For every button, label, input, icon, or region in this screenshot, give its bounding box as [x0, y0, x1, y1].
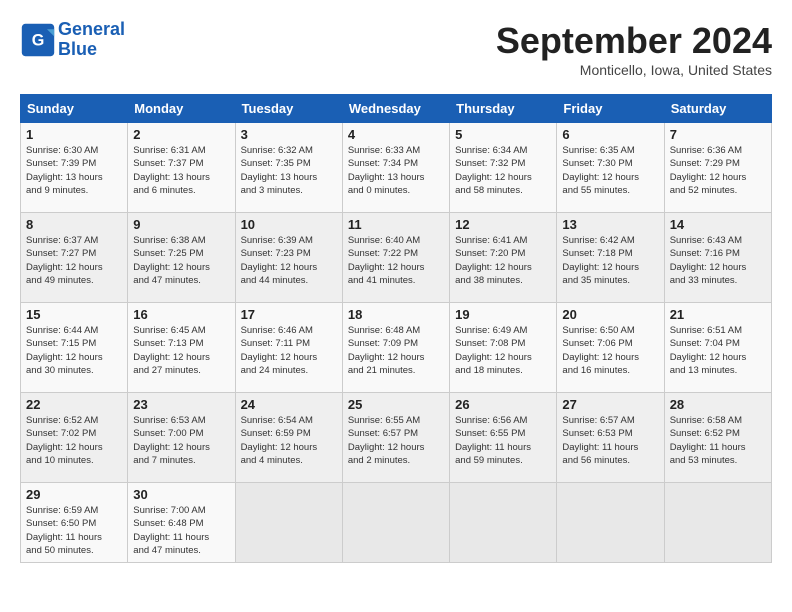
calendar-cell: 4Sunrise: 6:33 AM Sunset: 7:34 PM Daylig…	[342, 123, 449, 213]
calendar-cell: 25Sunrise: 6:55 AM Sunset: 6:57 PM Dayli…	[342, 393, 449, 483]
calendar-cell: 9Sunrise: 6:38 AM Sunset: 7:25 PM Daylig…	[128, 213, 235, 303]
calendar-cell: 10Sunrise: 6:39 AM Sunset: 7:23 PM Dayli…	[235, 213, 342, 303]
calendar-cell	[235, 483, 342, 563]
weekday-header: Wednesday	[342, 95, 449, 123]
page-header: G General Blue September 2024 Monticello…	[20, 20, 772, 78]
calendar-week-row: 1Sunrise: 6:30 AM Sunset: 7:39 PM Daylig…	[21, 123, 772, 213]
calendar-cell: 24Sunrise: 6:54 AM Sunset: 6:59 PM Dayli…	[235, 393, 342, 483]
calendar-cell: 29Sunrise: 6:59 AM Sunset: 6:50 PM Dayli…	[21, 483, 128, 563]
calendar-cell: 22Sunrise: 6:52 AM Sunset: 7:02 PM Dayli…	[21, 393, 128, 483]
title-block: September 2024 Monticello, Iowa, United …	[496, 20, 772, 78]
calendar-cell: 23Sunrise: 6:53 AM Sunset: 7:00 PM Dayli…	[128, 393, 235, 483]
calendar-week-row: 29Sunrise: 6:59 AM Sunset: 6:50 PM Dayli…	[21, 483, 772, 563]
calendar-cell: 6Sunrise: 6:35 AM Sunset: 7:30 PM Daylig…	[557, 123, 664, 213]
calendar-cell: 2Sunrise: 6:31 AM Sunset: 7:37 PM Daylig…	[128, 123, 235, 213]
calendar-cell: 16Sunrise: 6:45 AM Sunset: 7:13 PM Dayli…	[128, 303, 235, 393]
calendar-week-row: 15Sunrise: 6:44 AM Sunset: 7:15 PM Dayli…	[21, 303, 772, 393]
calendar-week-row: 8Sunrise: 6:37 AM Sunset: 7:27 PM Daylig…	[21, 213, 772, 303]
calendar-cell: 27Sunrise: 6:57 AM Sunset: 6:53 PM Dayli…	[557, 393, 664, 483]
calendar-cell: 1Sunrise: 6:30 AM Sunset: 7:39 PM Daylig…	[21, 123, 128, 213]
calendar-cell	[664, 483, 771, 563]
weekday-header: Tuesday	[235, 95, 342, 123]
calendar-cell	[342, 483, 449, 563]
calendar-cell: 30Sunrise: 7:00 AM Sunset: 6:48 PM Dayli…	[128, 483, 235, 563]
calendar-cell: 26Sunrise: 6:56 AM Sunset: 6:55 PM Dayli…	[450, 393, 557, 483]
calendar-cell: 5Sunrise: 6:34 AM Sunset: 7:32 PM Daylig…	[450, 123, 557, 213]
calendar-cell: 15Sunrise: 6:44 AM Sunset: 7:15 PM Dayli…	[21, 303, 128, 393]
calendar-cell: 3Sunrise: 6:32 AM Sunset: 7:35 PM Daylig…	[235, 123, 342, 213]
logo-icon: G	[20, 22, 56, 58]
weekday-header: Sunday	[21, 95, 128, 123]
month-title: September 2024	[496, 20, 772, 62]
calendar-cell: 20Sunrise: 6:50 AM Sunset: 7:06 PM Dayli…	[557, 303, 664, 393]
calendar-cell: 8Sunrise: 6:37 AM Sunset: 7:27 PM Daylig…	[21, 213, 128, 303]
calendar-cell: 13Sunrise: 6:42 AM Sunset: 7:18 PM Dayli…	[557, 213, 664, 303]
weekday-header: Thursday	[450, 95, 557, 123]
calendar-cell: 28Sunrise: 6:58 AM Sunset: 6:52 PM Dayli…	[664, 393, 771, 483]
weekday-header-row: SundayMondayTuesdayWednesdayThursdayFrid…	[21, 95, 772, 123]
calendar-cell	[557, 483, 664, 563]
calendar-table: SundayMondayTuesdayWednesdayThursdayFrid…	[20, 94, 772, 563]
logo-text: General Blue	[58, 20, 125, 60]
calendar-cell: 12Sunrise: 6:41 AM Sunset: 7:20 PM Dayli…	[450, 213, 557, 303]
weekday-header: Monday	[128, 95, 235, 123]
calendar-cell: 7Sunrise: 6:36 AM Sunset: 7:29 PM Daylig…	[664, 123, 771, 213]
calendar-cell: 14Sunrise: 6:43 AM Sunset: 7:16 PM Dayli…	[664, 213, 771, 303]
weekday-header: Friday	[557, 95, 664, 123]
calendar-cell: 21Sunrise: 6:51 AM Sunset: 7:04 PM Dayli…	[664, 303, 771, 393]
calendar-cell: 17Sunrise: 6:46 AM Sunset: 7:11 PM Dayli…	[235, 303, 342, 393]
weekday-header: Saturday	[664, 95, 771, 123]
calendar-cell: 18Sunrise: 6:48 AM Sunset: 7:09 PM Dayli…	[342, 303, 449, 393]
calendar-cell	[450, 483, 557, 563]
calendar-cell: 19Sunrise: 6:49 AM Sunset: 7:08 PM Dayli…	[450, 303, 557, 393]
location: Monticello, Iowa, United States	[496, 62, 772, 78]
calendar-cell: 11Sunrise: 6:40 AM Sunset: 7:22 PM Dayli…	[342, 213, 449, 303]
svg-text:G: G	[32, 31, 45, 49]
calendar-week-row: 22Sunrise: 6:52 AM Sunset: 7:02 PM Dayli…	[21, 393, 772, 483]
logo: G General Blue	[20, 20, 125, 60]
